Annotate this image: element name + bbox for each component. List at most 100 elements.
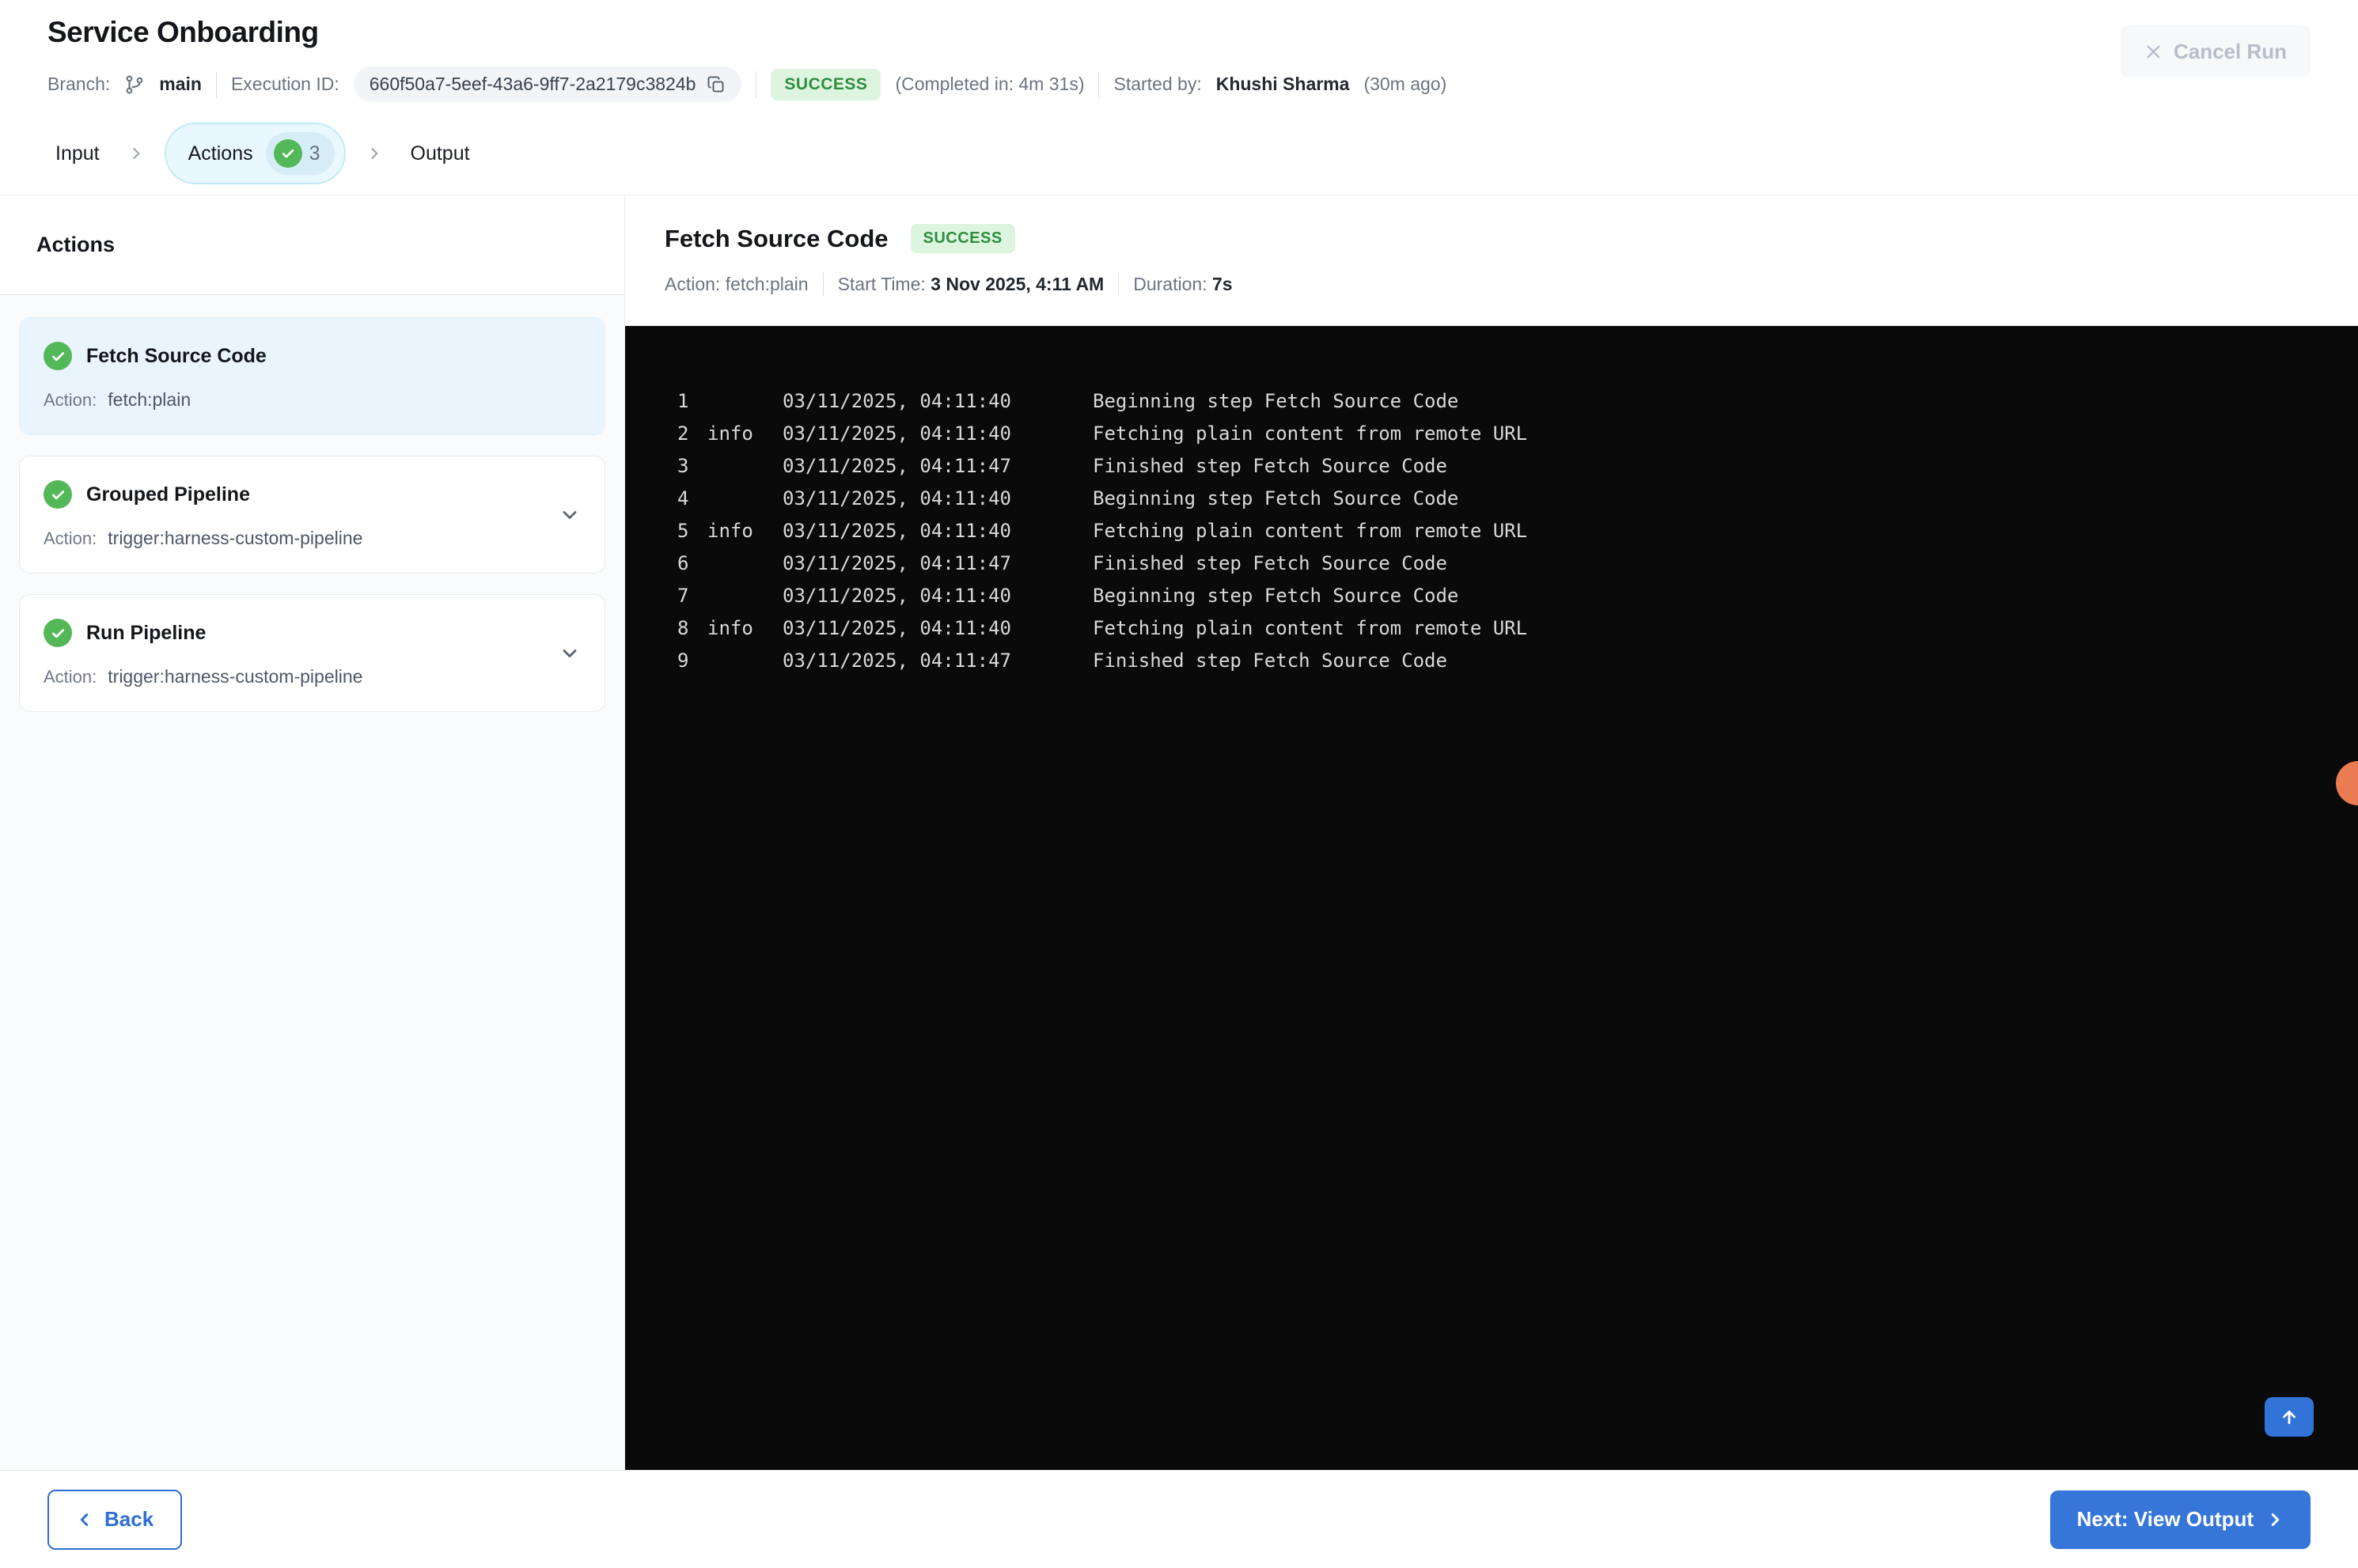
log-line-timestamp: 03/11/2025, 04:11:47 <box>783 649 1011 672</box>
started-by-name: Khushi Sharma <box>1215 74 1350 94</box>
actions-count-chip: 3 <box>265 132 335 175</box>
detail-header: Fetch Source Code SUCCESS Action: fetch:… <box>625 195 2358 326</box>
sidebar-title: Actions <box>36 233 116 256</box>
execution-id-chip[interactable]: 660f50a7-5eef-43a6-9ff7-2a2179c3824b <box>353 66 742 102</box>
log-line-message: Finished step Fetch Source Code <box>1093 454 1447 477</box>
log-line-level: info <box>707 519 753 542</box>
scroll-to-top-button[interactable] <box>2265 1397 2314 1437</box>
log-line-timestamp: 03/11/2025, 04:11:40 <box>783 616 1011 639</box>
action-label: Action: <box>44 667 97 687</box>
execution-meta-row: Branch: main Execution ID: 660f50a7-5eef… <box>47 66 2311 102</box>
action-label: Action: <box>44 390 97 410</box>
sidebar-header: Actions <box>0 195 624 295</box>
log-line-number: 8 <box>677 616 689 639</box>
cancel-run-button[interactable]: Cancel Run <box>2120 25 2311 78</box>
log-line-level: info <box>707 616 753 639</box>
back-button[interactable]: Back <box>47 1489 183 1550</box>
chevron-left-icon <box>76 1511 93 1528</box>
chevron-right-icon <box>366 146 382 161</box>
execution-id-value: 660f50a7-5eef-43a6-9ff7-2a2179c3824b <box>369 74 696 94</box>
action-card[interactable]: Fetch Source Code Action: fetch:plain <box>19 317 605 435</box>
log-console[interactable]: 1 03/11/2025, 04:11:40 Beginning step Fe… <box>625 326 2358 1470</box>
divider <box>215 70 217 98</box>
detail-start-time: Start Time: 3 Nov 2025, 4:11 AM <box>837 273 1105 294</box>
log-line-number: 5 <box>677 519 689 542</box>
log-line-number: 9 <box>677 649 689 672</box>
log-line-message: Fetching plain content from remote URL <box>1093 422 1528 445</box>
action-value: trigger:harness-custom-pipeline <box>108 528 363 548</box>
detail-duration: Duration: 7s <box>1133 273 1233 294</box>
log-line-message: Beginning step Fetch Source Code <box>1093 487 1459 509</box>
divider <box>1098 70 1100 98</box>
completed-in-text: (Completed in: 4m 31s) <box>895 74 1085 94</box>
close-icon <box>2144 43 2163 61</box>
service-onboarding-page: Service Onboarding Branch: main Executio… <box>0 0 2358 1568</box>
wizard-stepper: Input Actions 3 Output <box>0 112 2358 195</box>
next-view-output-button[interactable]: Next: View Output <box>2049 1490 2311 1549</box>
check-icon <box>44 619 72 647</box>
log-line: 3 03/11/2025, 04:11:47 Finished step Fet… <box>677 449 2326 482</box>
started-ago-text: (30m ago) <box>1363 74 1447 94</box>
log-line: 9 03/11/2025, 04:11:47 Finished step Fet… <box>677 644 2326 676</box>
log-line: 1 03/11/2025, 04:11:40 Beginning step Fe… <box>677 384 2326 417</box>
check-icon <box>44 480 72 509</box>
actions-sidebar: Actions Fetch Source Code Action: fetch:… <box>0 195 625 1470</box>
detail-meta-row: Action: fetch:plain Start Time: 3 Nov 20… <box>665 272 2358 296</box>
detail-action-label: Action: fetch:plain <box>665 273 809 294</box>
actions-count: 3 <box>309 142 320 165</box>
log-line-number: 2 <box>677 422 689 445</box>
log-line-message: Beginning step Fetch Source Code <box>1093 389 1459 412</box>
log-line-number: 1 <box>677 389 689 412</box>
log-line-timestamp: 03/11/2025, 04:11:40 <box>783 519 1011 542</box>
log-line: 8 info 03/11/2025, 04:11:40 Fetching pla… <box>677 612 2326 644</box>
tab-actions[interactable]: Actions 3 <box>164 123 346 184</box>
log-line-number: 3 <box>677 454 689 477</box>
started-by-label: Started by: <box>1113 74 1202 94</box>
log-line-timestamp: 03/11/2025, 04:11:40 <box>783 584 1011 607</box>
divider <box>822 272 824 296</box>
log-line-timestamp: 03/11/2025, 04:11:40 <box>783 487 1011 509</box>
log-line-level: info <box>707 422 753 445</box>
tab-input[interactable]: Input <box>47 142 108 165</box>
execution-id-label: Execution ID: <box>230 74 339 94</box>
log-lines: 1 03/11/2025, 04:11:40 Beginning step Fe… <box>677 384 2326 676</box>
main-content: Actions Fetch Source Code Action: fetch:… <box>0 195 2358 1470</box>
wizard-footer: Back Next: View Output <box>0 1470 2358 1568</box>
log-line-timestamp: 03/11/2025, 04:11:47 <box>783 551 1011 574</box>
branch-label: Branch: <box>47 74 111 94</box>
log-line-number: 4 <box>677 487 689 509</box>
copy-icon[interactable] <box>707 75 726 94</box>
log-line-message: Beginning step Fetch Source Code <box>1093 584 1459 607</box>
action-card[interactable]: Run Pipeline Action: trigger:harness-cus… <box>19 594 605 712</box>
chevron-right-icon <box>128 146 144 161</box>
action-label: Action: <box>44 528 97 548</box>
check-icon <box>44 342 72 370</box>
log-line: 6 03/11/2025, 04:11:47 Finished step Fet… <box>677 547 2326 579</box>
log-line-timestamp: 03/11/2025, 04:11:40 <box>783 422 1011 445</box>
branch-name: main <box>159 74 202 94</box>
log-line-message: Fetching plain content from remote URL <box>1093 616 1528 639</box>
arrow-up-icon <box>2279 1407 2299 1427</box>
action-card-title: Grouped Pipeline <box>86 483 250 506</box>
log-line: 4 03/11/2025, 04:11:40 Beginning step Fe… <box>677 482 2326 514</box>
log-line: 7 03/11/2025, 04:11:40 Beginning step Fe… <box>677 579 2326 612</box>
run-status-badge: SUCCESS <box>771 68 881 100</box>
log-line-number: 6 <box>677 551 689 574</box>
action-card-title: Run Pipeline <box>86 621 207 644</box>
chevron-down-icon[interactable] <box>559 642 581 665</box>
log-line: 5 info 03/11/2025, 04:11:40 Fetching pla… <box>677 514 2326 547</box>
git-branch-icon <box>124 74 145 95</box>
check-icon <box>273 139 302 168</box>
detail-status-badge: SUCCESS <box>910 224 1015 253</box>
action-value: fetch:plain <box>108 389 191 410</box>
log-line-message: Finished step Fetch Source Code <box>1093 649 1447 672</box>
actions-list: Fetch Source Code Action: fetch:plain Gr… <box>0 295 624 1470</box>
page-header: Service Onboarding Branch: main Executio… <box>0 0 2358 112</box>
action-card-title: Fetch Source Code <box>86 344 267 367</box>
log-line-message: Fetching plain content from remote URL <box>1093 519 1528 542</box>
chevron-down-icon[interactable] <box>559 504 581 526</box>
action-card[interactable]: Grouped Pipeline Action: trigger:harness… <box>19 456 605 574</box>
tab-output[interactable]: Output <box>403 142 478 165</box>
log-line-number: 7 <box>677 584 689 607</box>
action-detail-panel: Fetch Source Code SUCCESS Action: fetch:… <box>625 195 2358 1470</box>
